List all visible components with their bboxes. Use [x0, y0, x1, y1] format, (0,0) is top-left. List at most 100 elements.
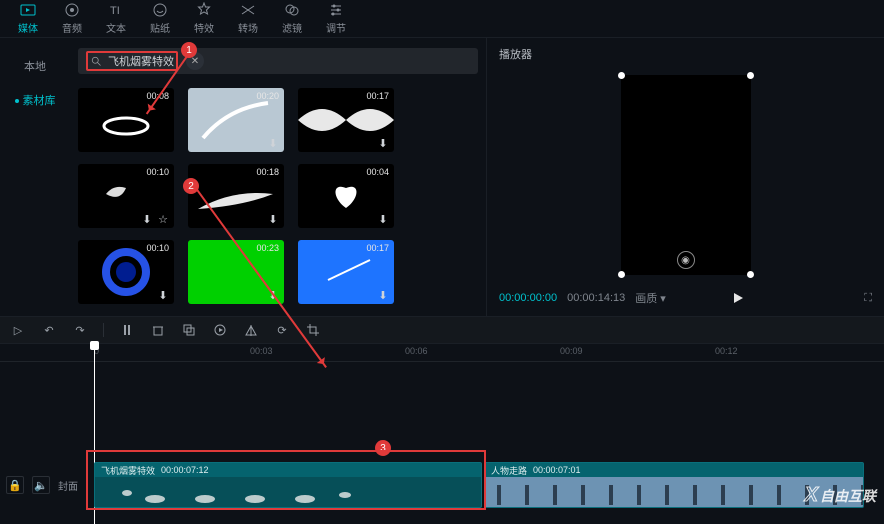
resize-handle[interactable]: [747, 271, 754, 278]
clip-name: 人物走路: [491, 464, 527, 477]
ruler-tick: 00:03: [250, 346, 273, 356]
asset-card[interactable]: 00:18 ⬇: [188, 164, 284, 228]
download-icon[interactable]: ⬇: [140, 212, 154, 226]
clip-duration: 00:00:07:01: [533, 465, 581, 475]
tab-label: 文本: [106, 20, 126, 35]
ruler-tick: 00:06: [405, 346, 428, 356]
duration-label: 00:18: [256, 167, 279, 177]
duration-label: 00:20: [256, 91, 279, 101]
player-panel: 播放器 ◉ 00:00:00:00 00:00:14:13 画质 ▾ ⛶: [486, 38, 884, 316]
tab-audio[interactable]: 音频: [50, 2, 94, 35]
tab-label: 音频: [62, 20, 82, 35]
timeline-ruler[interactable]: 0 00:03 00:06 00:09 00:12: [0, 344, 884, 362]
download-icon[interactable]: ⬇: [376, 288, 390, 302]
tab-label: 贴纸: [150, 20, 170, 35]
filter-icon: [284, 2, 300, 18]
resize-handle[interactable]: [618, 72, 625, 79]
tab-fx[interactable]: 特效: [182, 2, 226, 35]
visibility-toggle-icon[interactable]: ◉: [677, 251, 695, 269]
cover-label[interactable]: 封面: [58, 478, 78, 493]
timeline-clip-fx[interactable]: 飞机烟雾特效 00:00:07:12: [94, 462, 482, 508]
delete-icon[interactable]: [150, 322, 166, 338]
player-controls: 00:00:00:00 00:00:14:13 画质 ▾ ⛶: [487, 280, 884, 316]
lock-icon[interactable]: 🔒: [6, 476, 24, 494]
resize-handle[interactable]: [747, 72, 754, 79]
tab-filter[interactable]: 滤镜: [270, 2, 314, 35]
active-dot-icon: [15, 99, 19, 103]
ruler-tick: 00:12: [715, 346, 738, 356]
resize-handle[interactable]: [618, 271, 625, 278]
redo-icon[interactable]: ↷: [72, 322, 88, 338]
download-icon[interactable]: ⬇: [266, 136, 280, 150]
mute-icon[interactable]: 🔈: [32, 476, 50, 494]
asset-card[interactable]: 00:17 ⬇: [298, 240, 394, 304]
asset-card[interactable]: 00:23 ⬇: [188, 240, 284, 304]
sticker-icon: [152, 2, 168, 18]
quality-selector[interactable]: 画质 ▾: [635, 290, 666, 306]
tab-text[interactable]: TI 文本: [94, 2, 138, 35]
fullscreen-icon[interactable]: ⛶: [864, 292, 872, 305]
media-icon: [20, 2, 36, 18]
tab-label: 媒体: [18, 20, 38, 35]
asset-card[interactable]: 00:08: [78, 88, 174, 152]
tab-media[interactable]: 媒体: [6, 2, 50, 35]
clip-duration: 00:00:07:12: [161, 465, 209, 475]
duration-label: 00:17: [366, 91, 389, 101]
play-button[interactable]: [731, 291, 745, 305]
duration-label: 00:04: [366, 167, 389, 177]
tab-sticker[interactable]: 贴纸: [138, 2, 182, 35]
clear-search-button[interactable]: ✕: [186, 52, 204, 70]
download-icon[interactable]: ⬇: [376, 136, 390, 150]
undo-icon[interactable]: ↶: [41, 322, 57, 338]
split-icon[interactable]: [119, 322, 135, 338]
top-tab-bar: 媒体 音频 TI 文本 贴纸 特效 转场 滤镜 调节: [0, 0, 884, 38]
preview-area[interactable]: ◉: [487, 70, 884, 280]
timeline-tracks[interactable]: 🔒 🔈 封面 飞机烟雾特效 00:00:07:12 人物走路 00:00:07:01: [0, 362, 884, 524]
fx-icon: [196, 2, 212, 18]
duration-label: 00:17: [366, 243, 389, 253]
total-duration: 00:00:14:13: [567, 292, 625, 304]
ruler-tick: 00:09: [560, 346, 583, 356]
tab-label: 调节: [326, 20, 346, 35]
current-time: 00:00:00:00: [499, 292, 557, 304]
asset-card[interactable]: 00:04 ⬇: [298, 164, 394, 228]
rotate-icon[interactable]: ⟳: [274, 322, 290, 338]
tab-label: 滤镜: [282, 20, 302, 35]
search-input[interactable]: 飞机烟雾特效 ✕: [78, 48, 478, 74]
asset-card[interactable]: 00:20 ⬇: [188, 88, 284, 152]
sidebar: 本地 素材库: [0, 38, 70, 316]
tab-adjust[interactable]: 调节: [314, 2, 358, 35]
tab-transition[interactable]: 转场: [226, 2, 270, 35]
tab-label: 转场: [238, 20, 258, 35]
crop-icon[interactable]: [305, 322, 321, 338]
favorite-icon[interactable]: ☆: [156, 212, 170, 226]
tab-label: 特效: [194, 20, 214, 35]
asset-card[interactable]: 00:10 ☆ ⬇: [78, 164, 174, 228]
transition-icon: [240, 2, 256, 18]
search-icon: [90, 55, 102, 67]
duration-label: 00:10: [146, 243, 169, 253]
preview-frame[interactable]: ◉: [621, 75, 751, 275]
download-icon[interactable]: ⬇: [156, 288, 170, 302]
download-icon[interactable]: ⬇: [266, 212, 280, 226]
copy-icon[interactable]: [181, 322, 197, 338]
audio-icon: [64, 2, 80, 18]
speed-icon[interactable]: [212, 322, 228, 338]
pointer-tool-icon[interactable]: ▷: [10, 322, 26, 338]
asset-card[interactable]: 00:10 ⬇: [78, 240, 174, 304]
timeline-toolbar: ▷ ↶ ↷ ⟳: [0, 316, 884, 344]
sidebar-item-local[interactable]: 本地: [0, 52, 70, 80]
timeline-clip-video[interactable]: 人物走路 00:00:07:01: [484, 462, 864, 508]
asset-card[interactable]: 00:17 ⬇: [298, 88, 394, 152]
sidebar-item-label: 素材库: [23, 95, 56, 107]
player-title: 播放器: [487, 38, 884, 70]
duration-label: 00:08: [146, 91, 169, 101]
duration-label: 00:23: [256, 243, 279, 253]
text-icon: TI: [108, 2, 124, 18]
sidebar-item-library[interactable]: 素材库: [0, 86, 70, 114]
download-icon[interactable]: ⬇: [376, 212, 390, 226]
mirror-icon[interactable]: [243, 322, 259, 338]
duration-label: 00:10: [146, 167, 169, 177]
download-icon[interactable]: ⬇: [266, 288, 280, 302]
clip-name: 飞机烟雾特效: [101, 464, 155, 477]
